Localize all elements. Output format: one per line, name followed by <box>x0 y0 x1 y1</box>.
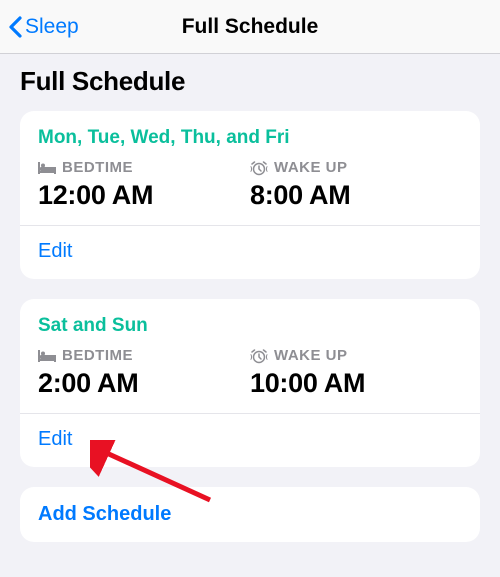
schedule-days: Mon, Tue, Wed, Thu, and Fri <box>38 127 462 149</box>
chevron-left-icon <box>8 16 23 38</box>
content-area: Full Schedule Mon, Tue, Wed, Thu, and Fr… <box>0 54 500 554</box>
divider <box>20 225 480 226</box>
bedtime-label: BEDTIME <box>62 347 133 364</box>
add-schedule-button[interactable]: Add Schedule <box>38 503 462 526</box>
time-row: BEDTIME 12:00 AM <box>38 159 462 211</box>
bedtime-label: BEDTIME <box>62 159 133 176</box>
schedule-days: Sat and Sun <box>38 315 462 337</box>
alarm-icon <box>250 159 268 176</box>
bedtime-header: BEDTIME <box>38 159 250 176</box>
time-row: BEDTIME 2:00 AM <box>38 347 462 399</box>
section-header: Full Schedule <box>20 66 480 97</box>
edit-button[interactable]: Edit <box>38 428 462 451</box>
bedtime-header: BEDTIME <box>38 347 250 364</box>
bedtime-value: 2:00 AM <box>38 368 250 399</box>
divider <box>20 413 480 414</box>
add-schedule-card[interactable]: Add Schedule <box>20 487 480 542</box>
edit-button[interactable]: Edit <box>38 240 462 263</box>
wakeup-label: WAKE UP <box>274 159 348 176</box>
page-title: Full Schedule <box>182 15 319 39</box>
wakeup-value: 8:00 AM <box>250 180 462 211</box>
bedtime-column: BEDTIME 2:00 AM <box>38 347 250 399</box>
wakeup-value: 10:00 AM <box>250 368 462 399</box>
alarm-icon <box>250 347 268 364</box>
wakeup-header: WAKE UP <box>250 347 462 364</box>
back-label: Sleep <box>25 15 79 39</box>
bed-icon <box>38 159 56 176</box>
wakeup-label: WAKE UP <box>274 347 348 364</box>
bedtime-column: BEDTIME 12:00 AM <box>38 159 250 211</box>
wakeup-column: WAKE UP 8:00 AM <box>250 159 462 211</box>
bed-icon <box>38 347 56 364</box>
wakeup-column: WAKE UP 10:00 AM <box>250 347 462 399</box>
bedtime-value: 12:00 AM <box>38 180 250 211</box>
navigation-bar: Sleep Full Schedule <box>0 0 500 54</box>
wakeup-header: WAKE UP <box>250 159 462 176</box>
back-button[interactable]: Sleep <box>8 15 79 39</box>
schedule-card: Mon, Tue, Wed, Thu, and Fri BEDTIME <box>20 111 480 279</box>
schedule-card: Sat and Sun BEDTIME 2:00 AM <box>20 299 480 467</box>
